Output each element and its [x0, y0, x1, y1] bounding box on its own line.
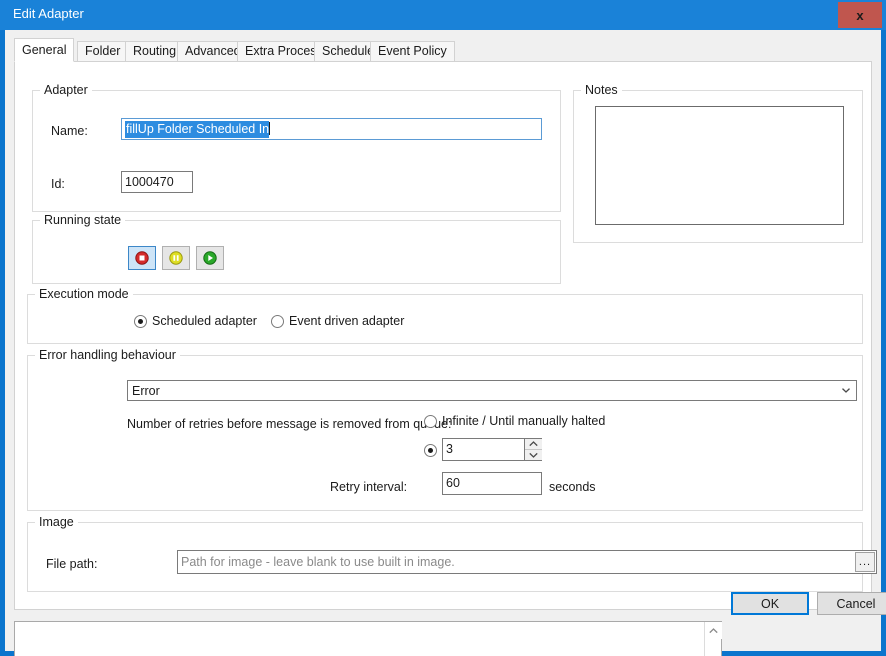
image-group-title: Image — [35, 515, 78, 529]
notes-group-title: Notes — [581, 83, 622, 97]
pause-icon — [169, 251, 183, 265]
chevron-down-icon — [842, 388, 850, 393]
tab-page-general: Adapter Name: fillUp Folder Scheduled In… — [14, 61, 877, 610]
ok-button[interactable]: OK — [731, 592, 809, 615]
file-path-placeholder: Path for image - leave blank to use buil… — [181, 555, 455, 569]
client-area: General Folder Routing Advanced Extra Pr… — [5, 30, 886, 656]
tab-routing[interactable]: Routing — [125, 41, 185, 61]
seconds-label: seconds — [549, 480, 596, 494]
error-handling-group-title: Error handling behaviour — [35, 348, 180, 362]
play-icon — [203, 251, 217, 265]
scroll-up-button[interactable] — [705, 622, 722, 639]
tab-strip: General Folder Routing Advanced Extra Pr… — [14, 38, 872, 62]
adapter-name-input[interactable]: fillUp Folder Scheduled In — [121, 118, 542, 140]
window-title: Edit Adapter — [13, 6, 84, 21]
chevron-up-icon — [529, 440, 538, 446]
execution-mode-group: Execution mode Scheduled adapter Event d… — [27, 287, 863, 344]
id-label: Id: — [51, 177, 65, 191]
chevron-down-icon — [529, 452, 538, 458]
adapter-group: Adapter Name: fillUp Folder Scheduled In… — [32, 83, 561, 212]
radio-infinite-retries[interactable] — [424, 415, 437, 428]
log-scrollbar[interactable] — [704, 622, 722, 656]
close-icon[interactable]: x — [838, 2, 882, 28]
radio-event-driven-adapter-label: Event driven adapter — [289, 314, 405, 328]
radio-scheduled-adapter[interactable] — [134, 315, 147, 328]
edit-adapter-window: Edit Adapter x General Folder Routing Ad… — [0, 0, 886, 656]
name-label: Name: — [51, 124, 88, 138]
state-start-button[interactable] — [196, 246, 224, 270]
title-bar: Edit Adapter x — [0, 0, 886, 30]
browse-button[interactable]: ... — [855, 552, 875, 572]
retry-interval-label: Retry interval: — [330, 480, 408, 494]
running-state-group: Running state — [32, 213, 561, 284]
radio-scheduled-adapter-label: Scheduled adapter — [152, 314, 257, 328]
chevron-up-icon — [709, 627, 718, 633]
log-textarea[interactable] — [14, 621, 722, 656]
cancel-button[interactable]: Cancel — [817, 592, 886, 615]
file-path-input[interactable]: Path for image - leave blank to use buil… — [177, 550, 877, 574]
retry-count-value: 3 — [446, 442, 453, 456]
adapter-id-input[interactable]: 1000470 — [121, 171, 193, 193]
retry-count-spin-buttons — [524, 439, 542, 460]
error-handling-group: Error handling behaviour Error Number of… — [27, 348, 863, 511]
error-behaviour-combo[interactable]: Error — [127, 380, 857, 401]
radio-event-driven-adapter[interactable] — [271, 315, 284, 328]
adapter-name-value: fillUp Folder Scheduled In — [125, 121, 270, 138]
notes-textarea[interactable] — [595, 106, 844, 225]
running-state-buttons — [128, 246, 224, 270]
tab-folder[interactable]: Folder — [77, 41, 129, 61]
tab-event-policy[interactable]: Event Policy — [370, 41, 455, 61]
state-stop-button[interactable] — [128, 246, 156, 270]
execution-mode-group-title: Execution mode — [35, 287, 133, 301]
stop-icon — [135, 251, 149, 265]
image-group: Image File path: Path for image - leave … — [27, 515, 877, 592]
tab-general[interactable]: General — [14, 38, 75, 62]
radio-infinite-retries-label: Infinite / Until manually halted — [442, 414, 606, 428]
adapter-group-title: Adapter — [40, 83, 92, 97]
retry-interval-input[interactable]: 60 — [442, 472, 542, 495]
spin-down-button[interactable] — [525, 449, 542, 460]
spin-up-button[interactable] — [525, 439, 542, 450]
text-caret — [269, 122, 271, 135]
notes-group: Notes — [573, 83, 863, 243]
retries-label: Number of retries before message is remo… — [127, 417, 452, 431]
retry-count-stepper[interactable]: 3 — [442, 438, 542, 461]
error-behaviour-value: Error — [132, 384, 160, 398]
radio-retry-count[interactable] — [424, 444, 437, 457]
running-state-group-title: Running state — [40, 213, 126, 227]
state-pause-button[interactable] — [162, 246, 190, 270]
file-path-label: File path: — [46, 557, 98, 571]
